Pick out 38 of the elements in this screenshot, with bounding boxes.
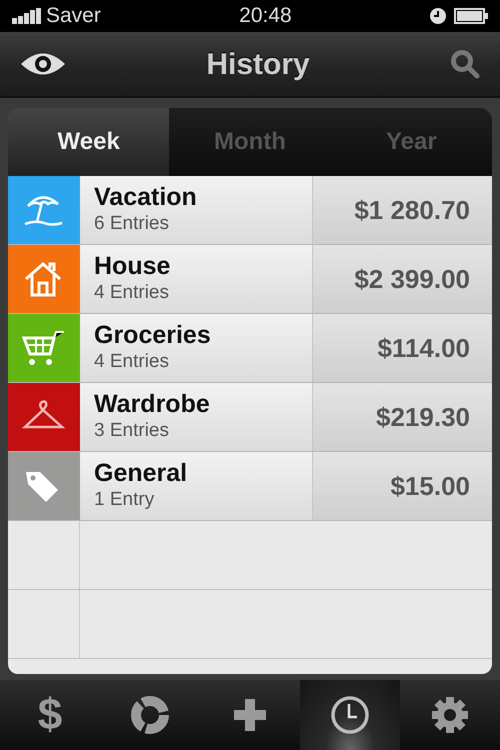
category-name: Vacation bbox=[94, 184, 198, 210]
category-name: House bbox=[94, 253, 172, 280]
eye-button[interactable] bbox=[20, 51, 66, 77]
entry-count: 6 Entries bbox=[94, 212, 170, 236]
amount-text: $15.00 bbox=[312, 452, 492, 520]
amount-text: $114.00 bbox=[312, 314, 492, 382]
entry-count: 4 Entries bbox=[94, 281, 170, 306]
signal-icon bbox=[12, 8, 42, 24]
segment-tab[interactable]: Week bbox=[8, 108, 170, 176]
eye-icon bbox=[20, 51, 66, 77]
search-button[interactable] bbox=[450, 49, 480, 79]
screen-title: History bbox=[206, 46, 310, 82]
clock-icon bbox=[330, 695, 370, 735]
amount-text: $1 280.70 bbox=[312, 176, 492, 244]
category-row[interactable]: Wardrobe 3 Entries $219.30 bbox=[8, 383, 492, 452]
cart-icon bbox=[22, 328, 66, 368]
settings-icon bbox=[430, 695, 470, 735]
status-time: 20:48 bbox=[239, 3, 292, 30]
category-row[interactable]: Groceries 4 Entries $114.00 bbox=[8, 314, 492, 383]
entry-count: 3 Entries bbox=[94, 419, 170, 444]
category-name: Groceries bbox=[94, 322, 212, 348]
category-name: General bbox=[94, 460, 188, 486]
chart-icon bbox=[130, 695, 170, 735]
search-icon bbox=[450, 49, 480, 79]
amount-text: $2 399.00 bbox=[312, 245, 492, 313]
clock-icon bbox=[430, 8, 446, 24]
amount-text: $219.30 bbox=[312, 383, 492, 451]
entry-count: 1 Entry bbox=[94, 488, 156, 512]
category-name: Wardrobe bbox=[94, 391, 211, 418]
carrier-name: Saver bbox=[46, 3, 101, 30]
category-row[interactable]: House 4 Entries $2 399.00 bbox=[8, 245, 492, 314]
category-row[interactable]: General 1 Entry $15.00 bbox=[8, 452, 492, 521]
tab-bar-item[interactable] bbox=[300, 680, 400, 750]
category-row[interactable]: Vacation 6 Entries $1 280.70 bbox=[8, 176, 492, 245]
battery-icon bbox=[454, 8, 488, 24]
tab-bar-item[interactable]: $ bbox=[0, 680, 100, 750]
dollar-sign: $ bbox=[38, 689, 62, 741]
entry-count: 4 Entries bbox=[94, 350, 170, 374]
